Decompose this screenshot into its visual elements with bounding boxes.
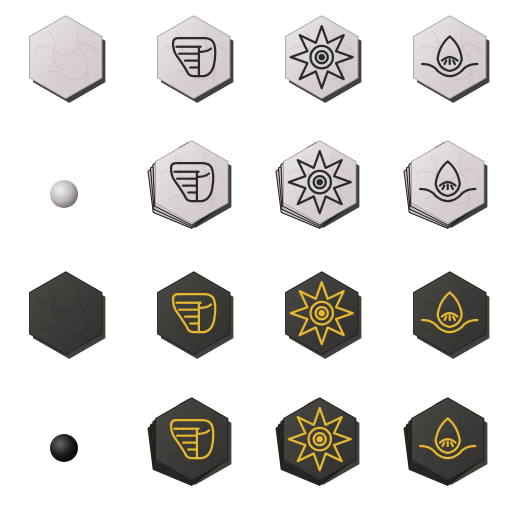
black-wing-tile[interactable] <box>142 264 242 364</box>
white-sun-tile[interactable] <box>270 8 370 108</box>
black-sun-tile[interactable] <box>270 264 370 364</box>
marble-orb-piece[interactable] <box>48 178 80 214</box>
black-eye-tile[interactable] <box>398 264 498 364</box>
white-eye-stack[interactable] <box>396 133 496 233</box>
white-sun-stack[interactable] <box>268 133 368 233</box>
white-wing-stack[interactable] <box>140 133 240 233</box>
black-wing-stack[interactable] <box>140 390 240 490</box>
tile-sheet <box>0 0 512 512</box>
black-blank-tile[interactable] <box>14 264 114 364</box>
white-wing-tile[interactable] <box>142 8 242 108</box>
white-blank-tile[interactable] <box>14 8 114 108</box>
obsidian-orb-piece[interactable] <box>48 432 80 468</box>
white-eye-tile[interactable] <box>398 8 498 108</box>
black-sun-stack[interactable] <box>268 390 368 490</box>
black-eye-stack[interactable] <box>396 390 496 490</box>
